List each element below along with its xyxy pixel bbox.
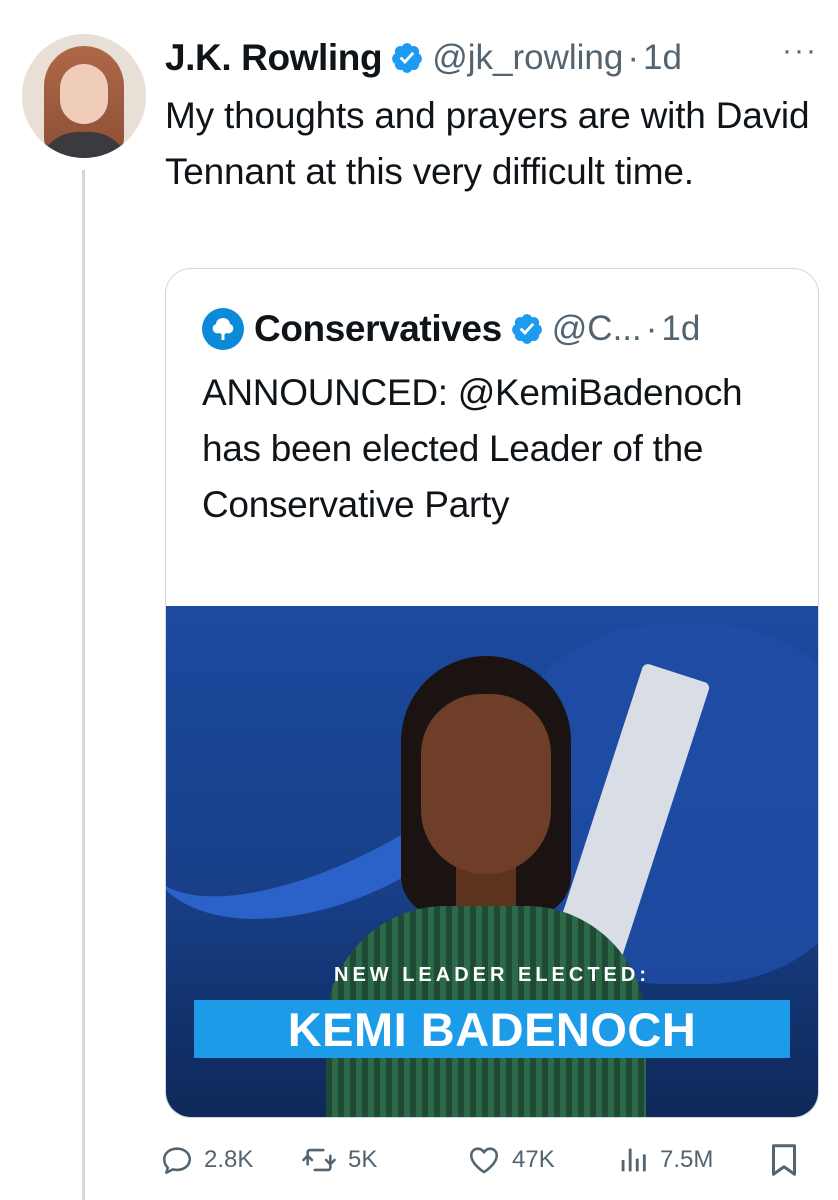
like-button[interactable]: 47K <box>466 1138 555 1182</box>
more-icon[interactable]: ··· <box>782 34 818 68</box>
tweet-header: J.K. Rowling @jk_rowling · 1d ··· <box>165 34 818 82</box>
reply-button[interactable]: 2.8K <box>160 1138 253 1182</box>
bookmark-button[interactable] <box>768 1138 810 1182</box>
quoted-time: 1d <box>661 309 701 348</box>
thread-line <box>82 170 85 1200</box>
portrait-face <box>421 694 551 874</box>
quoted-image[interactable]: NEW LEADER ELECTED: KEMI BADENOCH <box>166 606 818 1117</box>
views-button[interactable]: 7.5M <box>616 1138 713 1182</box>
verified-badge-icon <box>511 314 542 344</box>
avatar-face <box>60 64 108 124</box>
quoted-author-name: Conservatives <box>254 308 502 349</box>
repost-count: 5K <box>348 1146 378 1173</box>
reply-icon <box>162 1147 192 1175</box>
author-avatar[interactable] <box>22 34 146 158</box>
tweet-text: My thoughts and prayers are with David T… <box>165 95 810 192</box>
author-handle[interactable]: @jk_rowling <box>432 38 623 78</box>
quoted-tweet[interactable]: Conservatives @C... · 1d ANNOUNCED: @Kem… <box>165 268 819 1118</box>
action-bar: 2.8K 5K 47K 7.5M <box>160 1138 820 1182</box>
bookmark-icon <box>772 1144 796 1176</box>
repost-button[interactable]: 5K <box>300 1138 377 1182</box>
verified-badge-icon <box>392 43 423 73</box>
quoted-header: Conservatives @C... · 1d <box>202 305 798 353</box>
tweet-time[interactable]: 1d <box>643 38 682 78</box>
conservatives-tree-logo <box>202 308 244 350</box>
views-icon <box>621 1148 646 1172</box>
author-name[interactable]: J.K. Rowling <box>165 37 383 79</box>
like-count: 47K <box>512 1146 555 1173</box>
quoted-text: ANNOUNCED: @KemiBadenoch has been electe… <box>202 372 743 525</box>
like-icon <box>469 1147 499 1174</box>
image-caption-small: NEW LEADER ELECTED: <box>334 964 650 986</box>
view-count: 7.5M <box>660 1146 714 1173</box>
separator-dot: · <box>627 38 640 77</box>
reply-count: 2.8K <box>204 1146 254 1173</box>
separator-dot: · <box>645 309 658 348</box>
quoted-handle: @C... <box>551 309 642 348</box>
repost-icon <box>302 1148 336 1172</box>
image-caption-banner: KEMI BADENOCH <box>194 1000 790 1058</box>
